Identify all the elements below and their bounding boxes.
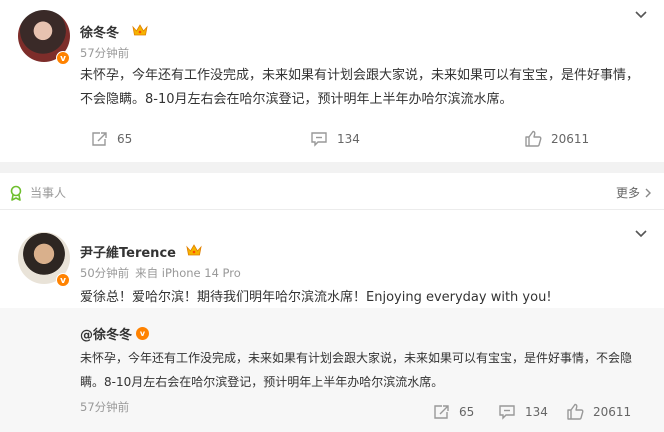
stakeholder-icon — [10, 185, 22, 201]
comment-source: 来自 iPhone 14 Pro — [135, 266, 241, 280]
verified-v-icon: v — [56, 51, 70, 65]
section-gap — [0, 162, 664, 173]
more-link[interactable]: 更多 — [616, 184, 652, 201]
quoted-author-name[interactable]: @徐冬冬 — [80, 324, 132, 343]
post-text: 未怀孕，今年还有工作没完成，未来如果有计划会跟大家说，未来如果可以有宝宝，是件好… — [80, 68, 640, 107]
post-time[interactable]: 57分钟前 — [80, 45, 129, 61]
repost-icon — [434, 405, 449, 419]
post-action-bar: 65 134 20611 — [0, 128, 664, 154]
quoted-repost-count: 65 — [459, 405, 475, 419]
quoted-like-count: 20611 — [593, 404, 632, 419]
comment-meta: 50分钟前 来自 iPhone 14 Pro — [80, 265, 241, 281]
divider — [0, 209, 664, 210]
chevron-down-icon[interactable] — [634, 229, 648, 239]
thumb-up-icon — [525, 130, 542, 147]
chevron-right-icon — [645, 188, 652, 197]
repost-icon — [92, 132, 107, 146]
crown-icon — [186, 244, 202, 256]
crown-icon — [132, 24, 148, 36]
repost-count: 65 — [117, 132, 133, 146]
quoted-text: 未怀孕，今年还有工作没完成，未来如果有计划会跟大家说，未来如果可以有宝宝，是件好… — [80, 351, 633, 389]
comment-time[interactable]: 50分钟前 — [80, 266, 129, 280]
comment-button[interactable]: 134 — [310, 131, 360, 147]
comment-count: 134 — [337, 132, 360, 146]
verified-v-icon: v — [136, 327, 150, 340]
author-name[interactable]: 徐冬冬 — [80, 22, 119, 41]
comment-icon — [499, 405, 515, 420]
like-button[interactable]: 20611 — [524, 130, 589, 147]
repost-button[interactable]: 65 — [90, 131, 132, 147]
more-label: 更多 — [616, 186, 641, 200]
comment-text: 爱徐总！爱哈尔滨！期待我们明年哈尔滨流水席！Enjoying everyday … — [80, 290, 552, 305]
quoted-author[interactable]: @徐冬冬 v — [80, 324, 150, 343]
chevron-down-icon[interactable] — [634, 10, 648, 20]
quoted-comment-button[interactable]: 134 — [498, 404, 548, 420]
quoted-repost-button[interactable]: 65 — [432, 404, 474, 420]
quoted-like-button[interactable]: 20611 — [566, 403, 631, 420]
stakeholder-label: 当事人 — [8, 184, 66, 201]
thumb-up-icon — [567, 403, 584, 420]
post-card: v 徐冬冬 57分钟前 未怀孕，今年还有工作没完成，未来如果有计划会跟大家说，未… — [0, 0, 664, 162]
commenter-name[interactable]: 尹子維Terence — [80, 242, 176, 261]
quoted-comment-count: 134 — [525, 405, 548, 419]
like-count: 20611 — [551, 131, 590, 146]
stakeholder-text: 当事人 — [30, 186, 67, 200]
quoted-time[interactable]: 57分钟前 — [80, 399, 129, 415]
comment-icon — [311, 132, 327, 147]
verified-v-icon: v — [56, 273, 70, 287]
